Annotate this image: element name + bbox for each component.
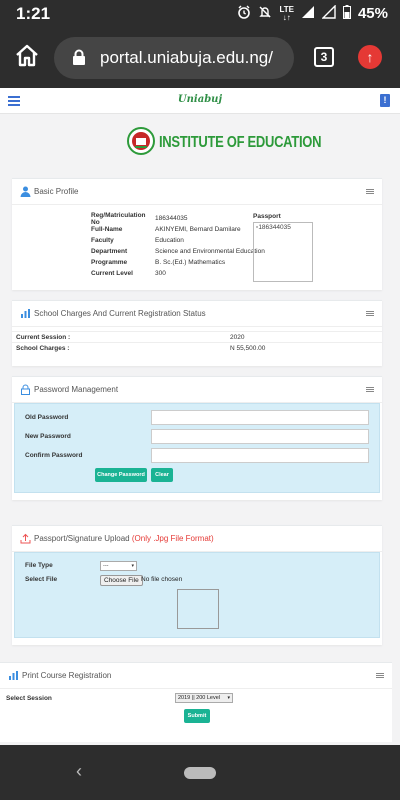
table-row: School Charges :N 55,500.00	[12, 342, 382, 353]
back-icon[interactable]: ‹	[76, 761, 82, 782]
card-menu-icon[interactable]	[366, 311, 374, 316]
profile-row: Programme B. Sc.(Ed.) Mathematics	[91, 259, 226, 266]
dropdown-caret-icon: ▾	[131, 563, 134, 569]
address-bar[interactable]: portal.uniabuja.edu.ng/	[54, 37, 294, 79]
url-text: portal.uniabuja.edu.ng/	[100, 48, 273, 67]
passport-alt-text: 186344035	[258, 224, 291, 231]
print-course-registration-card: Print Course Registration Select Session…	[0, 662, 392, 742]
signal-icon	[301, 5, 315, 22]
university-emblem-icon	[127, 127, 155, 155]
site-brand[interactable]: Uniabuj	[0, 94, 400, 105]
institute-title: INSTITUTE OF EDUCATION	[159, 132, 322, 150]
upload-form: File Type --- ▾ Select File Choose File N…	[14, 552, 380, 638]
site-navbar: Uniabuj !	[0, 88, 400, 114]
update-icon[interactable]: ↑	[358, 45, 382, 69]
submit-button[interactable]: Submit	[184, 709, 210, 723]
info-icon[interactable]: !	[380, 94, 390, 107]
bar-chart-icon	[21, 309, 30, 318]
battery-level: 45%	[357, 5, 388, 22]
upload-icon	[20, 533, 31, 544]
school-charges-title: School Charges And Current Registration …	[34, 309, 206, 318]
old-password-label: Old Password	[25, 414, 69, 421]
select-file-label: Select File	[25, 576, 58, 583]
status-bar: 1:21 LTE ↓↑ 45%	[0, 0, 400, 28]
change-password-button[interactable]: Change Password	[95, 468, 147, 482]
basic-profile-card: Basic Profile Reg/Matriculation No 186344…	[12, 178, 382, 290]
choose-file-button[interactable]: Choose File	[100, 575, 143, 586]
passport-image: ▫186344035	[253, 222, 313, 282]
card-menu-icon[interactable]	[366, 189, 374, 194]
file-type-select[interactable]: --- ▾	[100, 561, 137, 571]
profile-row: Faculty Education	[91, 237, 184, 244]
mute-icon	[258, 5, 272, 22]
password-management-title: Password Management	[34, 385, 119, 394]
upload-preview-box	[177, 589, 219, 629]
clock: 1:21	[16, 4, 51, 23]
profile-row: Reg/Matriculation No 186344035	[91, 211, 188, 226]
basic-profile-header: Basic Profile	[12, 179, 382, 205]
charges-table: Current Session :2020 School Charges :N …	[12, 331, 382, 353]
tab-switcher-button[interactable]: 3	[314, 47, 334, 67]
network-type: LTE ↓↑	[279, 4, 294, 22]
basic-profile-title: Basic Profile	[34, 187, 79, 196]
institute-header: INSTITUTE OF EDUCATION	[127, 126, 321, 156]
battery-icon	[342, 5, 351, 22]
profile-row: Department Science and Environmental Educ…	[91, 248, 265, 255]
upload-header: Passport/Signature Upload (Only .Jpg Fil…	[12, 526, 382, 552]
table-row: Current Session :2020	[12, 331, 382, 342]
confirm-password-label: Confirm Password	[25, 452, 83, 459]
dropdown-caret-icon: ▾	[227, 695, 230, 701]
status-icons: LTE ↓↑ 45%	[237, 4, 388, 22]
confirm-password-field[interactable]	[151, 448, 369, 463]
bar-chart-icon	[9, 671, 18, 680]
print-course-registration-title: Print Course Registration	[22, 671, 112, 680]
passport-label: Passport	[253, 213, 281, 220]
browser-toolbar: portal.uniabuja.edu.ng/ 3 ↑	[0, 28, 400, 88]
password-management-header: Password Management	[12, 377, 382, 403]
new-password-label: New Password	[25, 433, 71, 440]
web-page: Uniabuj ! INSTITUTE OF EDUCATION Basic P…	[0, 88, 400, 745]
profile-fields: Reg/Matriculation No 186344035 Full-Name A…	[91, 211, 265, 279]
print-course-registration-header: Print Course Registration	[0, 663, 392, 689]
user-icon	[20, 186, 31, 197]
password-management-card: Password Management Old Password New Pas…	[12, 376, 382, 500]
signal-icon-secondary	[321, 4, 336, 22]
upload-format-note: (Only .Jpg File Format)	[131, 534, 214, 543]
school-charges-card: School Charges And Current Registration …	[12, 300, 382, 366]
file-type-label: File Type	[25, 562, 53, 569]
upload-card: Passport/Signature Upload (Only .Jpg Fil…	[12, 525, 382, 645]
lock-icon	[21, 384, 30, 395]
old-password-field[interactable]	[151, 410, 369, 425]
session-select[interactable]: 2019 || 200 Level ▾	[175, 693, 233, 703]
alarm-icon	[237, 5, 251, 22]
password-form: Old Password New Password Confirm Passwo…	[14, 403, 380, 493]
profile-row: Full-Name AKINYEMI, Bernard Damilare	[91, 226, 241, 233]
no-file-chosen-text: No file chosen	[141, 576, 183, 583]
profile-row: Current Level 300	[91, 270, 166, 277]
clear-button[interactable]: Clear	[151, 468, 173, 482]
lock-icon	[72, 49, 86, 65]
card-menu-icon[interactable]	[376, 673, 384, 678]
android-nav-bar: ‹	[0, 745, 400, 800]
school-charges-header: School Charges And Current Registration …	[12, 301, 382, 327]
home-icon[interactable]	[14, 43, 40, 69]
new-password-field[interactable]	[151, 429, 369, 444]
select-session-label: Select Session	[6, 695, 52, 702]
home-gesture-pill[interactable]	[184, 767, 216, 779]
upload-title: Passport/Signature Upload (Only .Jpg Fil…	[34, 534, 214, 543]
card-menu-icon[interactable]	[366, 387, 374, 392]
